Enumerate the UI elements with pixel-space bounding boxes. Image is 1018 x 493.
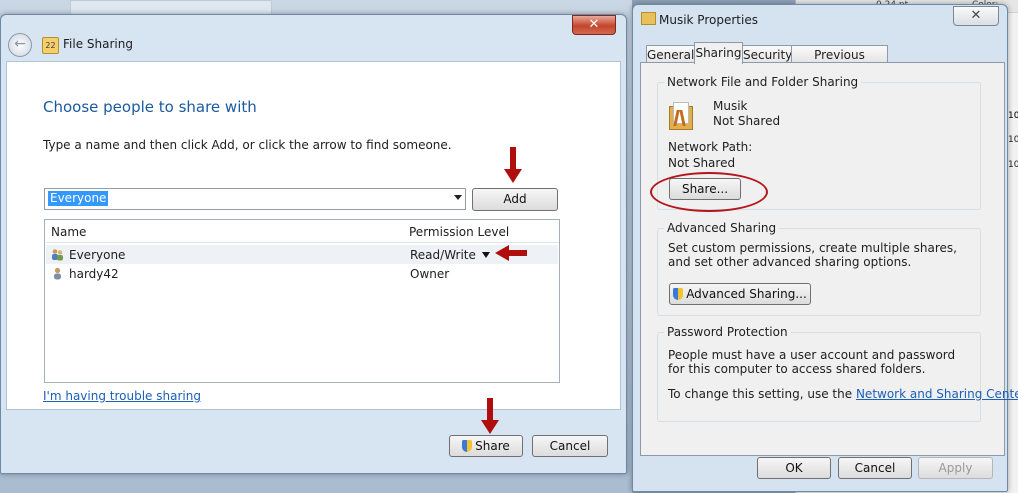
dropdown-arrow-icon[interactable] <box>454 195 462 200</box>
advanced-sharing-label: Advanced Sharing... <box>686 287 807 301</box>
advanced-description: Set custom permissions, create multiple … <box>668 241 957 269</box>
share-button-label: Share <box>475 439 510 453</box>
apply-button[interactable]: Apply <box>918 457 993 479</box>
folder-status: Not Shared <box>713 114 781 128</box>
permission-dropdown[interactable]: Read/Write <box>410 248 490 262</box>
close-button[interactable]: ✕ <box>953 6 999 26</box>
column-header-permission[interactable]: Permission Level <box>409 225 509 239</box>
window-title: Musik Properties <box>659 13 758 27</box>
group-title: Advanced Sharing <box>664 221 780 235</box>
list-row[interactable]: hardy42 Owner <box>46 264 558 283</box>
name-input[interactable]: Everyone <box>44 188 466 210</box>
group-title: Network File and Folder Sharing <box>664 75 862 89</box>
close-button[interactable]: ✕ <box>572 15 616 35</box>
cancel-button[interactable]: Cancel <box>838 457 912 479</box>
add-button[interactable]: Add <box>472 188 558 211</box>
window-title: File Sharing <box>63 37 133 51</box>
shield-icon <box>462 440 473 452</box>
ok-button[interactable]: OK <box>757 457 831 479</box>
name-input-value: Everyone <box>48 191 109 206</box>
dropdown-arrow-icon[interactable] <box>481 252 490 258</box>
row-name: Everyone <box>69 248 126 262</box>
network-sharing-center-link[interactable]: Network and Sharing Center <box>856 387 1018 401</box>
shared-folder-icon <box>669 100 693 130</box>
network-path-value: Not Shared <box>668 156 736 170</box>
annotation-circle <box>650 172 768 212</box>
background-cell: 10 <box>1008 160 1018 170</box>
tab-sharing[interactable]: Sharing <box>694 42 743 64</box>
network-path-label: Network Path: <box>668 140 753 154</box>
password-protection-group <box>657 332 981 422</box>
group-users-icon <box>51 248 64 261</box>
group-title: Password Protection <box>664 325 791 339</box>
column-header-name[interactable]: Name <box>51 225 86 239</box>
folder-icon <box>641 12 656 25</box>
password-description: People must have a user account and pass… <box>668 348 956 376</box>
advanced-sharing-button[interactable]: Advanced Sharing... <box>669 283 811 305</box>
share-button[interactable]: Share <box>449 435 523 457</box>
file-sharing-icon: 22 <box>42 37 59 54</box>
row-permission: Owner <box>410 267 450 281</box>
user-icon <box>51 267 64 280</box>
background-cell: 10 <box>1008 135 1018 145</box>
back-button[interactable]: ← <box>8 33 32 57</box>
change-prefix: To change this setting, use the <box>668 387 853 401</box>
change-setting-text: To change this setting, use the Network … <box>668 387 1018 401</box>
list-row[interactable]: Everyone Read/Write <box>46 245 558 264</box>
row-permission: Read/Write <box>410 248 476 262</box>
folder-name: Musik <box>713 99 748 113</box>
trouble-sharing-link[interactable]: I'm having trouble sharing <box>43 389 201 403</box>
row-name: hardy42 <box>69 267 119 281</box>
close-icon: ✕ <box>970 8 982 23</box>
close-icon: ✕ <box>588 17 600 32</box>
page-heading: Choose people to share with <box>43 98 257 116</box>
back-arrow-icon: ← <box>14 36 26 52</box>
list-header: Name Permission Level <box>45 220 559 243</box>
background-cell: 10 <box>1008 111 1018 121</box>
cancel-button[interactable]: Cancel <box>532 435 608 457</box>
shield-icon <box>673 288 684 300</box>
permissions-list: Name Permission Level Everyone Read/Writ… <box>44 219 560 383</box>
instruction-text: Type a name and then click Add, or click… <box>43 138 452 152</box>
